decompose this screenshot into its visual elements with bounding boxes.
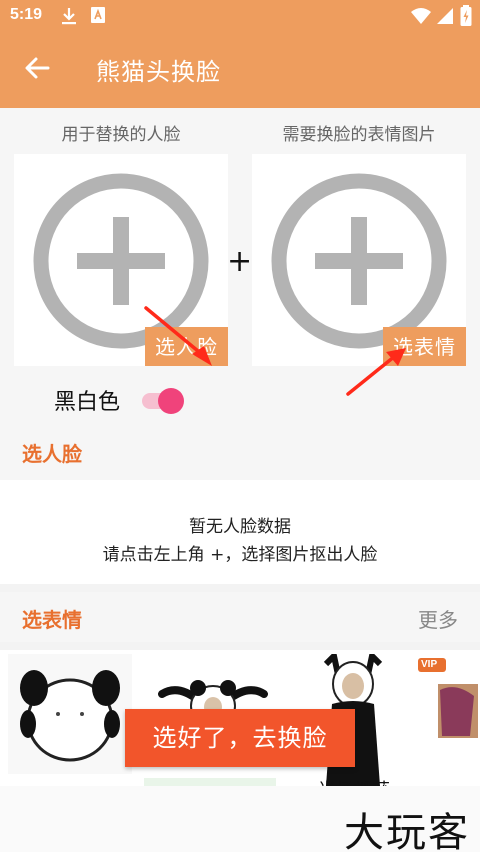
toggle-thumb (158, 388, 184, 414)
expression-section-title: 选表情 (22, 608, 82, 632)
swap-panel: 用于替换的人脸 需要换脸的表情图片 选人脸 + 选表情 黑白色 选人脸 (0, 108, 480, 480)
confirm-swap-button[interactable]: 选好了，去换脸 (125, 709, 355, 767)
plus-sign: + (227, 244, 253, 279)
empty-message-title: 暂无人脸数据 (189, 517, 291, 537)
face-column-label: 用于替换的人脸 (61, 125, 181, 145)
add-face-icon (33, 173, 209, 349)
empty-message-hint: 请点击左上角 +，选择图片抠出人脸 (102, 545, 378, 565)
face-section-title: 选人脸 (22, 442, 82, 466)
vip-badge: VIP (421, 659, 438, 670)
bw-toggle[interactable] (142, 388, 184, 414)
font-icon (90, 6, 106, 28)
page-title: 熊猫头换脸 (96, 58, 221, 86)
download-icon (60, 6, 78, 30)
expression-slot[interactable]: 选表情 (252, 154, 466, 366)
wifi-icon (410, 7, 432, 29)
face-list-empty: 暂无人脸数据 请点击左上角 +，选择图片抠出人脸 (0, 480, 480, 584)
sticker-partial (144, 778, 276, 786)
add-expression-icon (271, 173, 447, 349)
select-expression-button[interactable]: 选表情 (383, 327, 466, 366)
back-arrow-icon[interactable] (24, 56, 50, 84)
signal-icon (436, 7, 454, 29)
panda-sticker-1[interactable] (8, 654, 132, 774)
select-face-button[interactable]: 选人脸 (145, 327, 228, 366)
face-slot[interactable]: 选人脸 (14, 154, 228, 366)
more-link[interactable]: 更多 (418, 604, 458, 633)
battery-icon (460, 5, 472, 31)
expression-column-label: 需要换脸的表情图片 (282, 125, 436, 145)
sticker-caption: 当场抓获 (318, 776, 390, 786)
watermark: 大玩客 (344, 810, 470, 852)
status-time: 5:19 (10, 6, 43, 23)
bw-toggle-label: 黑白色 (54, 390, 121, 415)
expression-section-header: 选表情 更多 (0, 592, 480, 642)
status-bar: 5:19 (0, 0, 480, 32)
app-bar: 熊猫头换脸 (0, 32, 480, 108)
